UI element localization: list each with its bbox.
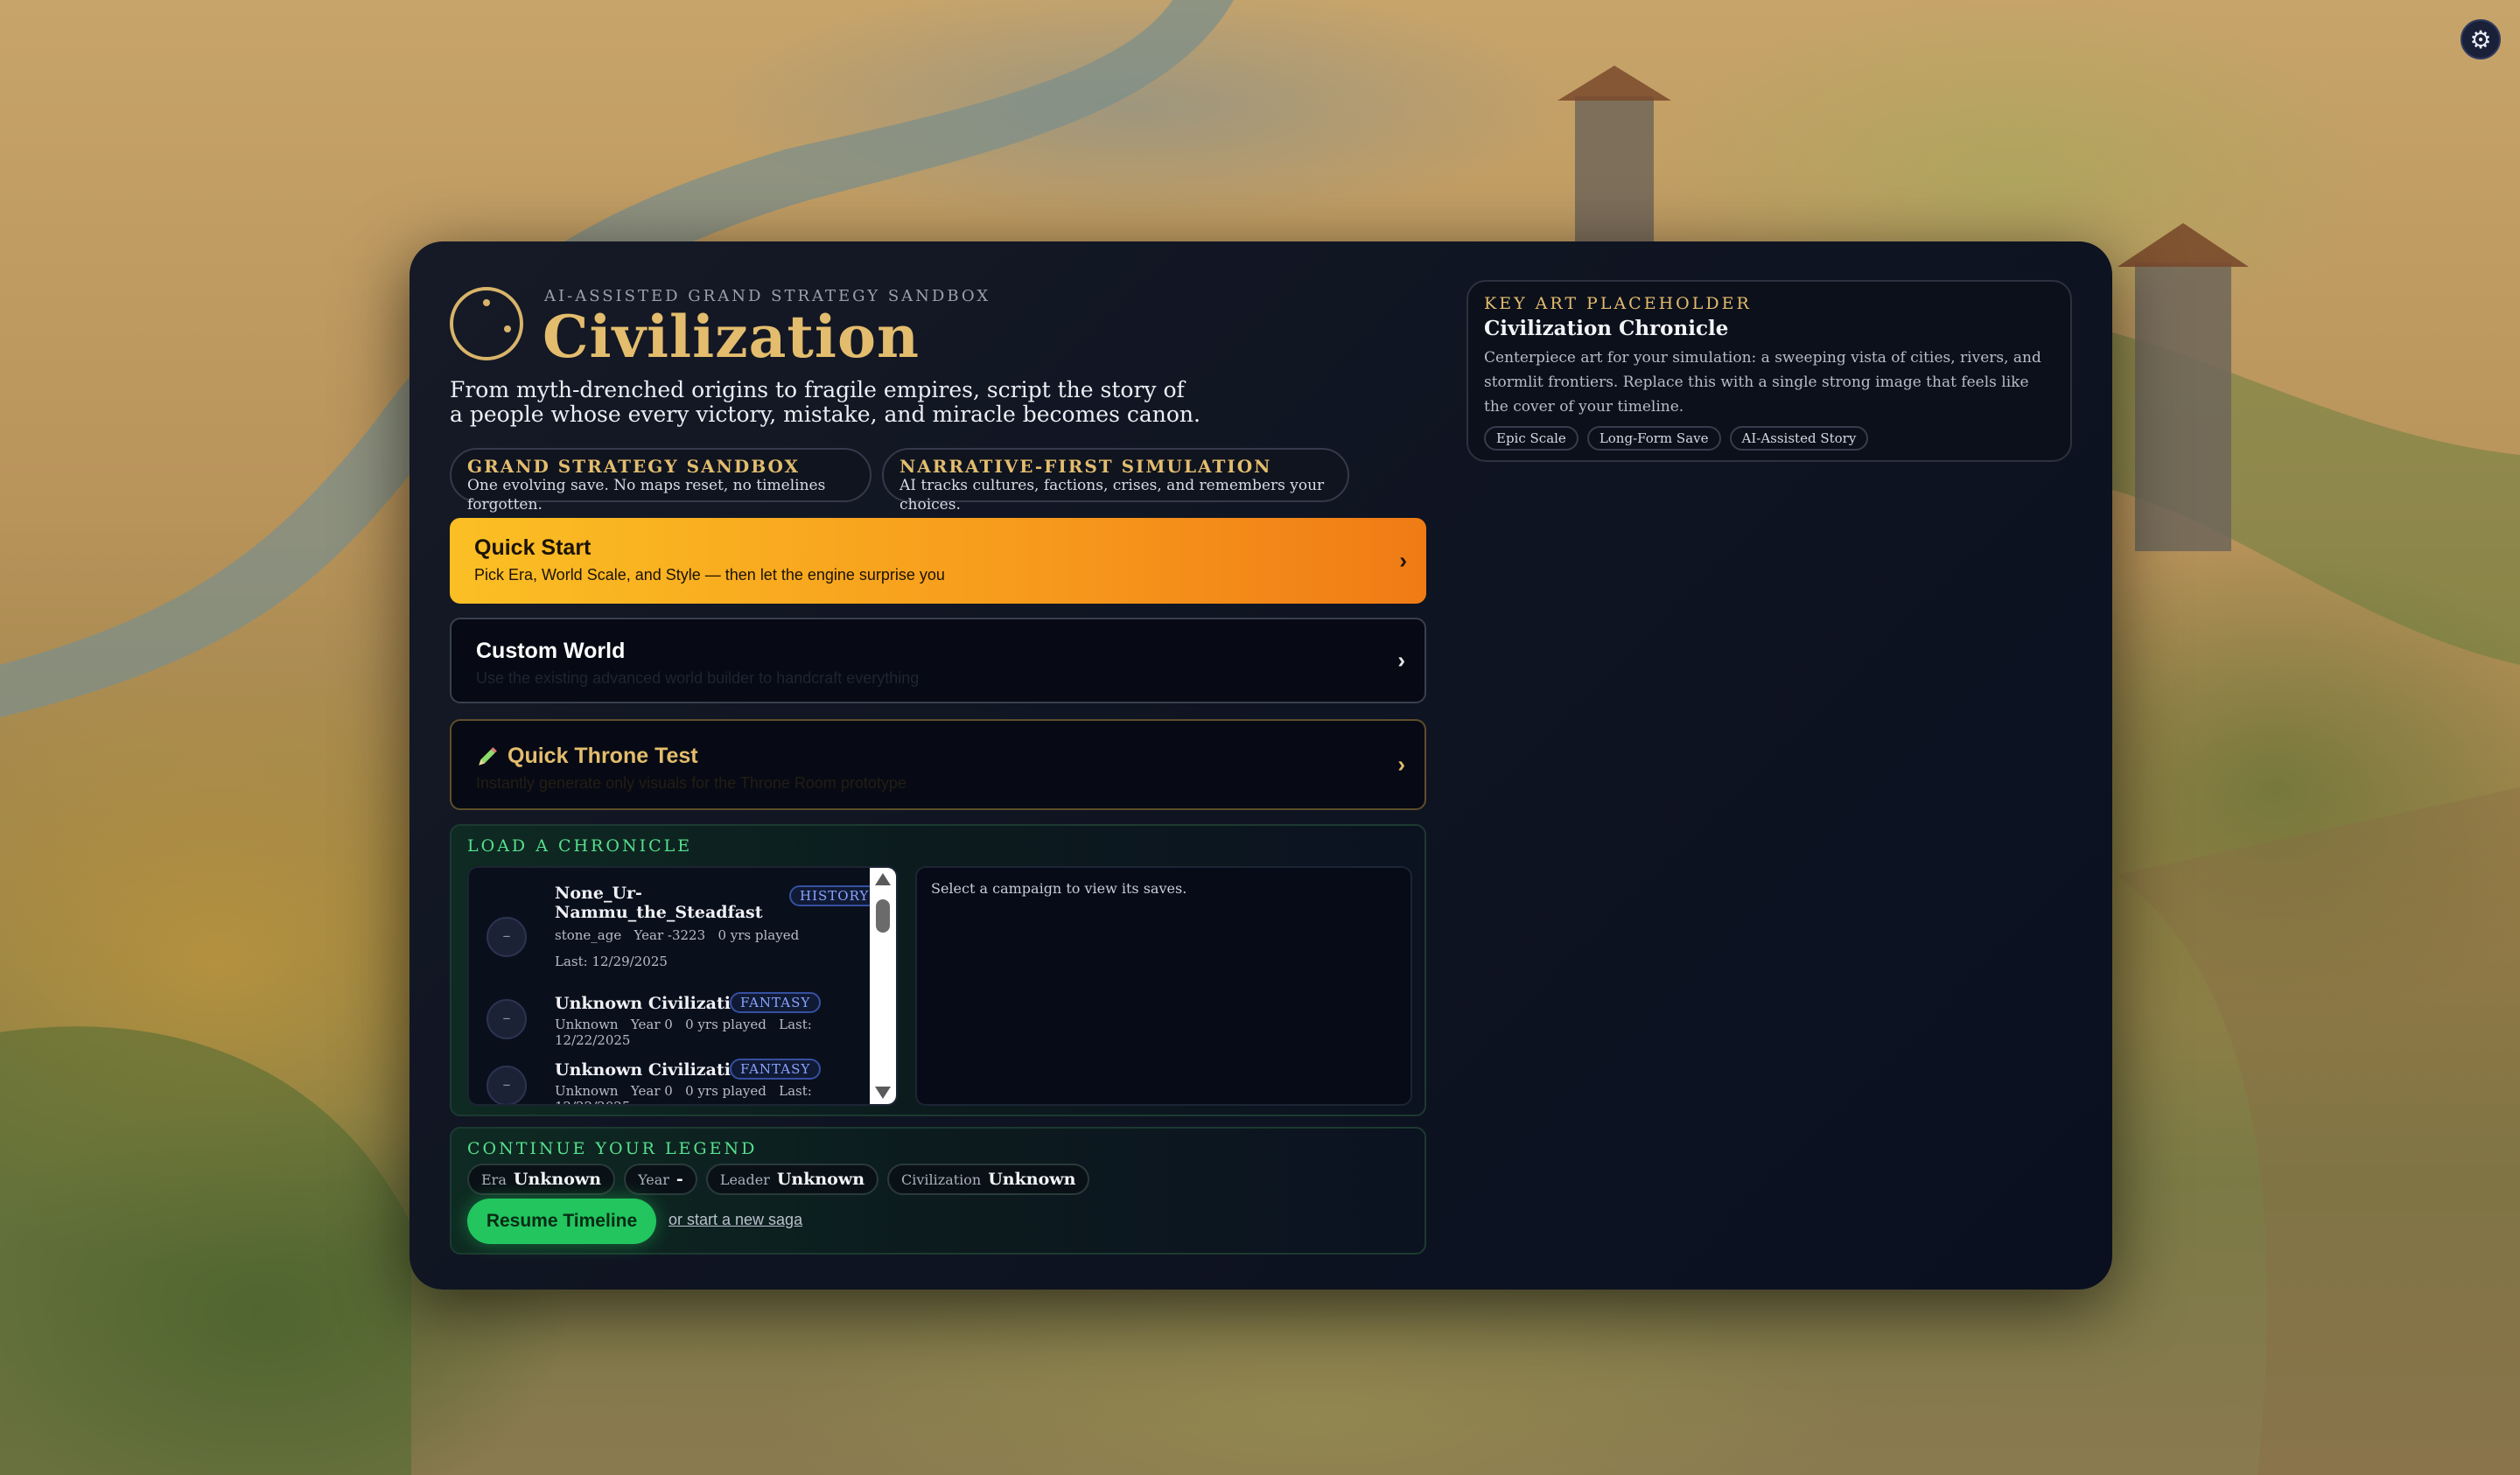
chip-key: Year xyxy=(638,1171,669,1188)
key-art-tag: Epic Scale xyxy=(1484,426,1578,451)
resume-timeline-button[interactable]: Resume Timeline xyxy=(467,1199,656,1244)
clock-emblem-icon xyxy=(450,287,523,360)
quick-start-title: Quick Start xyxy=(474,535,592,560)
load-chronicle-section: LOAD A CHRONICLE – None_Ur- Nammu_the_St… xyxy=(450,824,1426,1116)
save-era: Unknown xyxy=(555,1083,619,1099)
save-meta: Unknown Year 0 0 yrs played Last: 12/22/… xyxy=(555,1083,863,1104)
throne-test-button[interactable]: Quick Throne Test Instantly generate onl… xyxy=(450,719,1426,810)
save-year: Year 0 xyxy=(630,1017,673,1032)
civilization-chip: Civilization Unknown xyxy=(887,1164,1090,1195)
section-title: LOAD A CHRONICLE xyxy=(467,836,693,856)
continue-legend-section: CONTINUE YOUR LEGEND Era Unknown Year - … xyxy=(450,1127,1426,1255)
save-played: 0 yrs played xyxy=(685,1017,766,1032)
key-art-title: Civilization Chronicle xyxy=(1484,317,1729,340)
scroll-thumb[interactable] xyxy=(876,899,890,933)
scroll-up-icon[interactable] xyxy=(875,873,891,885)
key-art-tags: Epic Scale Long-Form Save AI-Assisted St… xyxy=(1484,426,2054,451)
key-art-card: KEY ART PLACEHOLDER Civilization Chronic… xyxy=(1466,280,2072,462)
save-name-line2: Nammu_the_Steadfast xyxy=(555,903,763,922)
save-year: Year -3223 xyxy=(634,927,706,943)
save-year: Year 0 xyxy=(630,1083,673,1099)
era-chip: Era Unknown xyxy=(467,1164,616,1195)
key-art-description: Centerpiece art for your simulation: a s… xyxy=(1484,349,2041,416)
save-meta: stone_age Year -3223 0 yrs played xyxy=(555,927,799,943)
status-chips: Era Unknown Year - Leader Unknown Civili… xyxy=(467,1164,1090,1195)
chip-key: Era xyxy=(481,1171,507,1188)
chip-value: Unknown xyxy=(988,1170,1076,1189)
leader-chip: Leader Unknown xyxy=(705,1164,879,1195)
genre-badge: HISTORY xyxy=(789,885,880,906)
save-list[interactable]: – None_Ur- Nammu_the_Steadfast HISTORY s… xyxy=(467,866,898,1106)
throne-test-title: Quick Throne Test xyxy=(508,744,698,768)
chip-value: - xyxy=(676,1170,683,1189)
section-title: CONTINUE YOUR LEGEND xyxy=(467,1139,758,1158)
key-art-tag: AI-Assisted Story xyxy=(1729,426,1869,451)
save-detail-panel: Select a campaign to view its saves. xyxy=(915,866,1412,1106)
save-name: Unknown Civilization xyxy=(555,994,754,1013)
scroll-down-icon[interactable] xyxy=(875,1087,891,1099)
save-era: Unknown xyxy=(555,1017,619,1032)
save-played: 0 yrs played xyxy=(685,1083,766,1099)
save-name: Unknown Civilization xyxy=(555,1060,754,1080)
feature-pill-narrative: NARRATIVE-FIRST SIMULATION AI tracks cul… xyxy=(882,448,1349,514)
avatar: – xyxy=(486,999,527,1039)
new-saga-link[interactable]: or start a new saga xyxy=(668,1211,802,1229)
chip-key: Civilization xyxy=(901,1171,982,1188)
save-list-item[interactable]: – Unknown Civilization FANTASY Unknown Y… xyxy=(486,1059,863,1104)
pill-title: NARRATIVE-FIRST SIMULATION xyxy=(900,456,1272,477)
pill-desc: AI tracks cultures, factions, crises, an… xyxy=(900,477,1325,514)
key-art-tag: Long-Form Save xyxy=(1586,426,1721,451)
gear-icon: ⚙ xyxy=(2469,24,2492,54)
pill-title: GRAND STRATEGY SANDBOX xyxy=(467,456,801,477)
save-list-item[interactable]: – Unknown Civilization FANTASY Unknown Y… xyxy=(486,992,863,1048)
chip-value: Unknown xyxy=(513,1170,602,1189)
save-list-item[interactable]: – None_Ur- Nammu_the_Steadfast HISTORY s… xyxy=(486,884,880,982)
tagline: From myth-drenched origins to fragile em… xyxy=(450,377,1200,427)
scrollbar[interactable] xyxy=(870,868,896,1104)
save-name-line1: None_Ur- xyxy=(555,884,642,903)
settings-button[interactable]: ⚙ xyxy=(2460,19,2501,59)
key-art-kicker: KEY ART PLACEHOLDER xyxy=(1484,294,1752,313)
chip-key: Leader xyxy=(719,1171,770,1188)
custom-world-subtitle: Use the existing advanced world builder … xyxy=(476,669,920,687)
genre-badge: FANTASY xyxy=(730,1059,822,1080)
chevron-right-icon: › xyxy=(1397,647,1405,674)
save-meta: Unknown Year 0 0 yrs played Last: 12/22/… xyxy=(555,1017,863,1048)
avatar: – xyxy=(486,1066,527,1104)
feature-pill-sandbox: GRAND STRATEGY SANDBOX One evolving save… xyxy=(450,448,872,514)
year-chip: Year - xyxy=(624,1164,697,1195)
pencil-icon xyxy=(479,746,497,765)
chevron-right-icon: › xyxy=(1397,751,1405,778)
custom-world-title: Custom World xyxy=(476,639,626,663)
throne-test-subtitle: Instantly generate only visuals for the … xyxy=(476,774,906,792)
quick-start-subtitle: Pick Era, World Scale, and Style — then … xyxy=(474,566,945,584)
custom-world-button[interactable]: Custom World Use the existing advanced w… xyxy=(450,618,1426,703)
save-played: 0 yrs played xyxy=(718,927,800,943)
chevron-right-icon: › xyxy=(1399,547,1407,574)
genre-badge: FANTASY xyxy=(730,992,822,1013)
page-title: Civilization xyxy=(542,303,920,371)
avatar: – xyxy=(486,917,527,957)
save-last: Last: 12/29/2025 xyxy=(555,954,668,969)
quick-start-button[interactable]: Quick Start Pick Era, World Scale, and S… xyxy=(450,518,1426,604)
pill-desc: One evolving save. No maps reset, no tim… xyxy=(467,477,826,514)
chip-value: Unknown xyxy=(776,1170,865,1189)
save-era: stone_age xyxy=(555,927,622,943)
